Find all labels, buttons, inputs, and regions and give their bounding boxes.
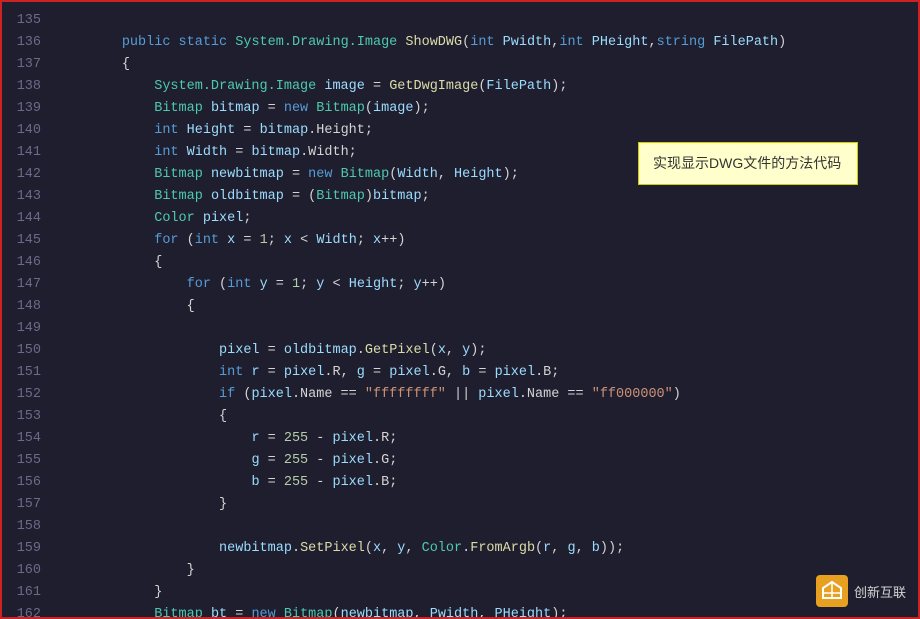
code-line-147: 147 for (int y = 1; y < Height; y++): [2, 274, 918, 296]
line-content-140: int Height = bitmap.Height;: [57, 120, 918, 142]
line-num-154: 154: [2, 428, 57, 450]
code-line-157: 157 }: [2, 494, 918, 516]
line-num-142: 142: [2, 164, 57, 186]
line-num-143: 143: [2, 186, 57, 208]
line-content-151: int r = pixel.R, g = pixel.G, b = pixel.…: [57, 362, 918, 384]
code-line-144: 144 Color pixel;: [2, 208, 918, 230]
line-content-139: Bitmap bitmap = new Bitmap(image);: [57, 98, 918, 120]
code-line-148: 148 {: [2, 296, 918, 318]
code-line-150: 150 pixel = oldbitmap.GetPixel(x, y);: [2, 340, 918, 362]
line-num-139: 139: [2, 98, 57, 120]
watermark: 创新互联: [816, 575, 906, 607]
line-content-154: r = 255 - pixel.R;: [57, 428, 918, 450]
code-line-135: 135: [2, 10, 918, 32]
line-content-155: g = 255 - pixel.G;: [57, 450, 918, 472]
code-line-143: 143 Bitmap oldbitmap = (Bitmap)bitmap;: [2, 186, 918, 208]
line-num-135: 135: [2, 10, 57, 32]
line-content-143: Bitmap oldbitmap = (Bitmap)bitmap;: [57, 186, 918, 208]
line-num-136: 136: [2, 32, 57, 54]
line-num-141: 141: [2, 142, 57, 164]
annotation-tooltip: 实现显示DWG文件的方法代码: [638, 142, 858, 185]
line-num-159: 159: [2, 538, 57, 560]
code-line-152: 152 if (pixel.Name == "ffffffff" || pixe…: [2, 384, 918, 406]
code-line-162: 162 Bitmap bt = new Bitmap(newbitmap, Pw…: [2, 604, 918, 619]
code-line-153: 153 {: [2, 406, 918, 428]
line-num-137: 137: [2, 54, 57, 76]
line-num-151: 151: [2, 362, 57, 384]
line-content-137: {: [57, 54, 918, 76]
code-line-158: 158: [2, 516, 918, 538]
line-num-146: 146: [2, 252, 57, 274]
code-line-146: 146 {: [2, 252, 918, 274]
code-line-151: 151 int r = pixel.R, g = pixel.G, b = pi…: [2, 362, 918, 384]
code-line-159: 159 newbitmap.SetPixel(x, y, Color.FromA…: [2, 538, 918, 560]
code-line-139: 139 Bitmap bitmap = new Bitmap(image);: [2, 98, 918, 120]
code-line-136: 136 public static System.Drawing.Image S…: [2, 32, 918, 54]
code-line-155: 155 g = 255 - pixel.G;: [2, 450, 918, 472]
line-num-150: 150: [2, 340, 57, 362]
code-line-145: 145 for (int x = 1; x < Width; x++): [2, 230, 918, 252]
line-num-148: 148: [2, 296, 57, 318]
line-num-138: 138: [2, 76, 57, 98]
code-line-149: 149: [2, 318, 918, 340]
line-num-147: 147: [2, 274, 57, 296]
line-content-157: }: [57, 494, 918, 516]
tooltip-text: 实现显示DWG文件的方法代码: [653, 155, 841, 171]
code-line-160: 160 }: [2, 560, 918, 582]
line-content-146: {: [57, 252, 918, 274]
line-content-145: for (int x = 1; x < Width; x++): [57, 230, 918, 252]
line-content-147: for (int y = 1; y < Height; y++): [57, 274, 918, 296]
line-content-161: }: [57, 582, 918, 604]
line-content-148: {: [57, 296, 918, 318]
line-num-160: 160: [2, 560, 57, 582]
line-num-161: 161: [2, 582, 57, 604]
line-num-152: 152: [2, 384, 57, 406]
line-num-153: 153: [2, 406, 57, 428]
line-content-150: pixel = oldbitmap.GetPixel(x, y);: [57, 340, 918, 362]
line-content-138: System.Drawing.Image image = GetDwgImage…: [57, 76, 918, 98]
line-content-136: public static System.Drawing.Image ShowD…: [57, 32, 918, 54]
brand-name: 创新互联: [854, 582, 906, 601]
line-num-144: 144: [2, 208, 57, 230]
line-num-157: 157: [2, 494, 57, 516]
line-num-145: 145: [2, 230, 57, 252]
line-content-162: Bitmap bt = new Bitmap(newbitmap, Pwidth…: [57, 604, 918, 619]
line-content-144: Color pixel;: [57, 208, 918, 230]
line-num-162: 162: [2, 604, 57, 619]
brand-logo: [816, 575, 848, 607]
line-content-159: newbitmap.SetPixel(x, y, Color.FromArgb(…: [57, 538, 918, 560]
code-lines: 135 136 public static System.Drawing.Ima…: [2, 2, 918, 619]
line-num-156: 156: [2, 472, 57, 494]
line-num-158: 158: [2, 516, 57, 538]
code-line-138: 138 System.Drawing.Image image = GetDwgI…: [2, 76, 918, 98]
line-content-160: }: [57, 560, 918, 582]
code-line-140: 140 int Height = bitmap.Height;: [2, 120, 918, 142]
line-content-156: b = 255 - pixel.B;: [57, 472, 918, 494]
code-line-137: 137 {: [2, 54, 918, 76]
line-num-155: 155: [2, 450, 57, 472]
line-content-152: if (pixel.Name == "ffffffff" || pixel.Na…: [57, 384, 918, 406]
code-line-154: 154 r = 255 - pixel.R;: [2, 428, 918, 450]
line-num-140: 140: [2, 120, 57, 142]
line-content-153: {: [57, 406, 918, 428]
code-editor: 135 136 public static System.Drawing.Ima…: [0, 0, 920, 619]
line-num-149: 149: [2, 318, 57, 340]
code-line-156: 156 b = 255 - pixel.B;: [2, 472, 918, 494]
code-line-161: 161 }: [2, 582, 918, 604]
brand-logo-icon: [821, 580, 843, 602]
